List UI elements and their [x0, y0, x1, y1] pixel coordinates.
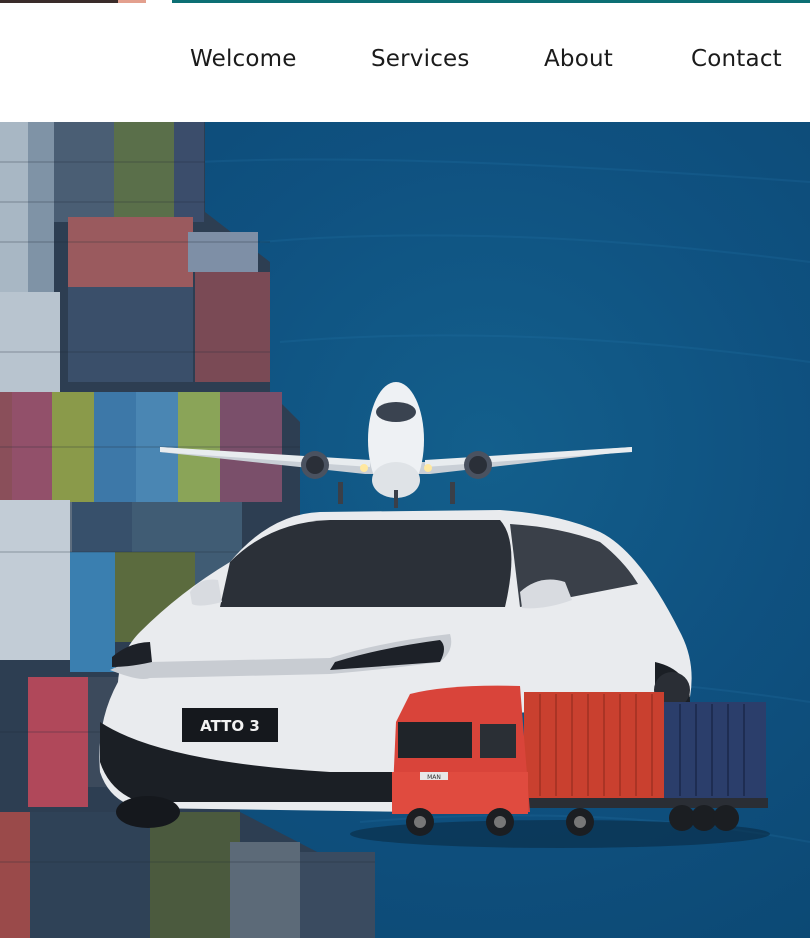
nav-about-link[interactable]: About: [544, 46, 613, 72]
car-badge-text: ATTO 3: [200, 717, 260, 735]
nav-contact-link[interactable]: Contact: [691, 46, 782, 72]
truck-image: MAN: [350, 685, 770, 848]
site-header: Welcome Services About Contact: [0, 3, 810, 122]
truck-badge-text: MAN: [427, 774, 441, 781]
nav-welcome-link[interactable]: Welcome: [190, 46, 297, 72]
hero-illustration: ATTO 3 MAN: [0, 122, 810, 938]
hero-banner: ATTO 3 MAN: [0, 122, 810, 938]
nav-services-link[interactable]: Services: [371, 46, 470, 72]
